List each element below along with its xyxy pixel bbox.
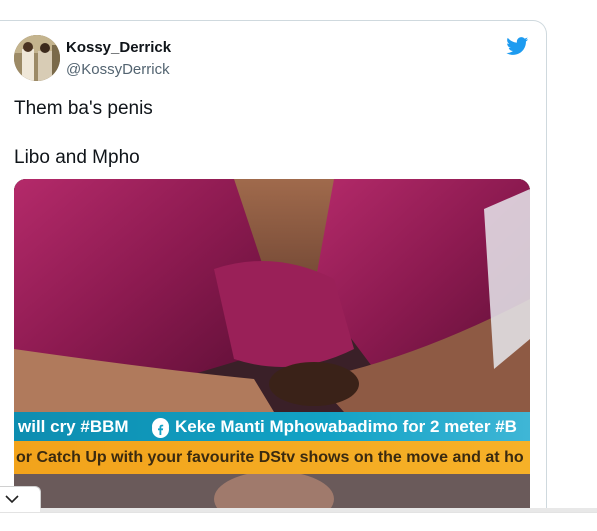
page: Kossy_Derrick @KossyDerrick Them ba's pe… xyxy=(0,0,597,531)
avatar[interactable] xyxy=(14,35,60,81)
display-name[interactable]: Kossy_Derrick xyxy=(66,39,171,56)
facebook-icon xyxy=(152,418,169,438)
user-handle[interactable]: @KossyDerrick xyxy=(66,61,170,78)
ticker-secondary-text: or Catch Up with your favourite DStv sho… xyxy=(16,449,524,466)
tv-ticker-secondary: or Catch Up with your favourite DStv sho… xyxy=(14,441,530,474)
tweet-media[interactable]: will cry #BBM Keke Manti Mphowabadimo fo… xyxy=(14,179,530,531)
tweet-card[interactable]: Kossy_Derrick @KossyDerrick Them ba's pe… xyxy=(0,20,547,531)
scroll-toggle-button[interactable] xyxy=(0,486,41,513)
twitter-bird-icon[interactable] xyxy=(505,35,530,57)
ticker-primary-left: will cry #BBM xyxy=(18,417,129,436)
ticker-primary-right: Keke Manti Mphowabadimo for 2 meter #B xyxy=(175,417,517,436)
bottom-bar xyxy=(0,512,597,531)
chevron-down-icon xyxy=(5,495,19,504)
tweet-text-line: Them ba's penis xyxy=(14,98,153,119)
tv-ticker-primary: will cry #BBM Keke Manti Mphowabadimo fo… xyxy=(14,412,530,441)
tweet-text-line: Libo and Mpho xyxy=(14,147,140,168)
media-photo xyxy=(14,179,530,531)
